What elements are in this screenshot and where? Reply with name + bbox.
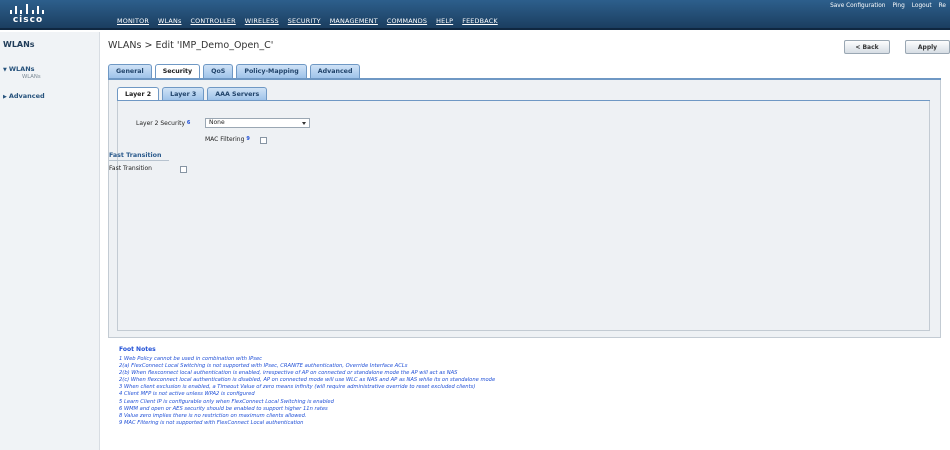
footnote-ref[interactable]: 6 [187, 120, 190, 126]
foot-note: 3 When client exclusion is enabled, a Ti… [119, 384, 476, 391]
footnote-ref[interactable]: 9 [246, 136, 249, 142]
foot-note: 5 Learn Client IP is configurable only w… [119, 398, 334, 405]
fast-transition-checkbox[interactable] [180, 166, 187, 173]
foot-note: 4 Client MFP is not active unless WPA2 i… [119, 391, 255, 398]
foot-note: 2(a) FlexConnect Local Switching is not … [119, 363, 408, 370]
sidebar-item-label: WLANs [8, 65, 35, 73]
apply-button[interactable]: Apply [905, 40, 950, 54]
header-links: Save Configuration Ping Logout Re [830, 3, 946, 9]
cisco-logo: cisco [6, 2, 50, 28]
foot-notes-list: 1 Web Policy cannot be used in combinati… [119, 356, 939, 427]
menu-monitor[interactable]: MONITOR [117, 17, 149, 25]
fast-transition-section-title: Fast Transition [109, 152, 162, 159]
top-header: cisco MONITOR WLANs CONTROLLER WIRELESS … [0, 0, 950, 30]
menu-management[interactable]: MANAGEMENT [330, 17, 378, 25]
subtab-layer-3[interactable]: Layer 3 [162, 87, 205, 100]
logout-link[interactable]: Logout [912, 3, 932, 9]
wlan-tabs: General Security QoS Policy-Mapping Adva… [108, 64, 361, 78]
cisco-bridge-icon [6, 2, 50, 14]
sidebar-item-advanced[interactable]: ▶ Advanced [3, 92, 45, 100]
tab-general[interactable]: General [108, 64, 152, 78]
layer2-security-select[interactable]: None [205, 118, 310, 128]
mac-filtering-checkbox[interactable] [260, 137, 267, 144]
refresh-link[interactable]: Re [939, 3, 946, 9]
tab-policy-mapping[interactable]: Policy-Mapping [236, 64, 307, 78]
save-configuration-link[interactable]: Save Configuration [830, 3, 885, 9]
sidebar-title: WLANs [3, 40, 35, 49]
menu-controller[interactable]: CONTROLLER [191, 17, 236, 25]
selected-value: None [209, 119, 225, 126]
menu-help[interactable]: HELP [436, 17, 453, 25]
menu-wireless[interactable]: WIRELESS [245, 17, 279, 25]
foot-note: 2(b) When flexconnect local authenticati… [119, 370, 458, 377]
sidebar-subitem-wlans[interactable]: WLANs [22, 74, 41, 80]
mac-filtering-text: MAC Filtering [205, 136, 245, 143]
subtab-aaa-servers[interactable]: AAA Servers [207, 87, 268, 100]
layer2-security-text: Layer 2 Security [136, 120, 185, 127]
foot-notes-title: Foot Notes [119, 346, 156, 353]
menu-commands[interactable]: COMMANDS [387, 17, 427, 25]
security-subtabs: Layer 2 Layer 3 AAA Servers [117, 87, 268, 100]
foot-note: 2(c) When flexconnect local authenticati… [119, 377, 496, 384]
tab-qos[interactable]: QoS [203, 64, 234, 78]
collapsed-triangle-icon: ▶ [3, 94, 7, 100]
ping-link[interactable]: Ping [892, 3, 904, 9]
fast-transition-label: Fast Transition [109, 165, 152, 172]
menu-wlans[interactable]: WLANs [158, 17, 182, 25]
chevron-down-icon [302, 122, 306, 125]
back-button[interactable]: < Back [844, 40, 890, 54]
main-menu: MONITOR WLANs CONTROLLER WIRELESS SECURI… [117, 17, 498, 25]
foot-note: 8 Value zero implies there is no restric… [119, 412, 307, 419]
foot-note: 1 Web Policy cannot be used in combinati… [119, 356, 262, 362]
sidebar-item-label: Advanced [8, 92, 45, 100]
foot-note: 6 WMM and open or AES security should be… [119, 405, 328, 412]
mac-filtering-label: MAC Filtering 9 [205, 136, 250, 143]
layer2-security-label: Layer 2 Security 6 [136, 120, 190, 127]
menu-security[interactable]: SECURITY [288, 17, 321, 25]
logo-text: cisco [12, 15, 44, 25]
subtab-layer-2[interactable]: Layer 2 [117, 87, 160, 100]
tab-security[interactable]: Security [154, 64, 201, 78]
foot-note: 9 MAC Filtering is not supported with Fl… [119, 419, 304, 426]
section-underline [109, 160, 169, 161]
menu-feedback[interactable]: FEEDBACK [462, 17, 498, 25]
page-title: WLANs > Edit 'IMP_Demo_Open_C' [108, 40, 274, 51]
tab-advanced[interactable]: Advanced [309, 64, 361, 78]
expanded-triangle-icon: ▼ [3, 67, 7, 73]
sidebar-item-wlans[interactable]: ▼ WLANs [3, 65, 35, 73]
